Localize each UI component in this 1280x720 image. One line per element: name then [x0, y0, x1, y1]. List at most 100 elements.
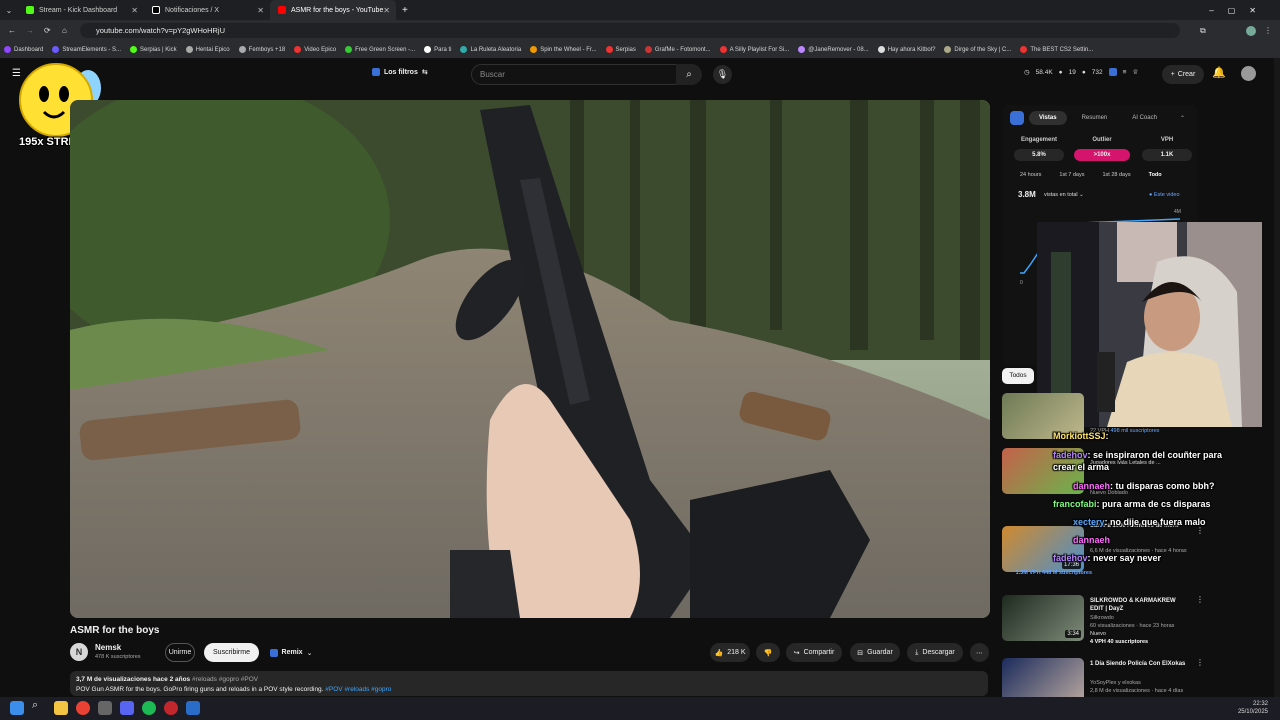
bookmark-item[interactable]: Femboys +18: [238, 46, 286, 53]
more-icon[interactable]: ⋮: [1196, 658, 1204, 667]
tab-x-notifications[interactable]: Notificaciones / X ✕: [144, 0, 270, 20]
metric-engagement: Engagement 5.8%: [1014, 137, 1064, 161]
remix-button[interactable]: Remix ⌄: [266, 643, 316, 662]
channel-name[interactable]: Nemsk: [95, 643, 121, 652]
description-tags[interactable]: #POV #reloads #gopro: [325, 686, 391, 693]
taskbar: ⌕: [0, 697, 1280, 720]
tab-youtube[interactable]: ASMR for the boys - YouTube ✕: [270, 0, 396, 20]
create-button[interactable]: + Crear: [1162, 65, 1204, 84]
bookmark-item[interactable]: Serpias | Kick: [130, 46, 177, 53]
bookmark-item[interactable]: GrafMe - Fotomont...: [644, 46, 711, 53]
join-button[interactable]: Unirme: [165, 643, 195, 662]
more-icon[interactable]: ⋮: [1196, 595, 1204, 604]
forward-icon[interactable]: →: [26, 26, 34, 35]
range-all[interactable]: Todo: [1149, 172, 1162, 178]
list-item[interactable]: 3:34 SILKROWDO & KARMAKREW EDIT | DayZ S…: [1002, 595, 1204, 645]
system-clock[interactable]: 22:32 25/10/2025: [1238, 700, 1268, 716]
video-player[interactable]: [70, 100, 990, 618]
range-28d[interactable]: 1st 28 days: [1102, 172, 1130, 178]
voice-search-button[interactable]: 🎙: [713, 65, 732, 84]
bookmark-item[interactable]: Spin the Wheel - Fr...: [530, 46, 597, 53]
bookmark-item[interactable]: Dirge of the Sky | C...: [944, 46, 1011, 53]
video-channel: Silkrowdo: [1090, 615, 1114, 621]
views-label: vistas en total: [1044, 192, 1078, 198]
tab-resumen[interactable]: Resumen: [1072, 111, 1118, 125]
bookmark-label: Femboys +18: [248, 46, 286, 53]
chip-todos[interactable]: Todos: [1002, 368, 1034, 384]
bookmark-item[interactable]: A Silly Playlist For Si...: [719, 46, 789, 53]
steam-icon[interactable]: [186, 701, 200, 715]
bookmark-icon: [1020, 46, 1028, 53]
reload-icon[interactable]: ⟳: [44, 26, 51, 35]
legend-this-video: ● Este video: [1149, 192, 1180, 198]
tab-ai-coach[interactable]: AI Coach: [1122, 111, 1167, 125]
close-tab-icon[interactable]: ✕: [257, 6, 264, 15]
like-button[interactable]: 👍 218 K: [710, 643, 750, 662]
app-icon[interactable]: [98, 701, 112, 715]
collapse-icon[interactable]: ⌃: [1180, 115, 1185, 122]
list-item[interactable]: 17:36 Salvé a 1000 Animales de Morir 6,6…: [1002, 523, 1204, 576]
bookmark-item[interactable]: Video Epico: [294, 46, 336, 53]
bookmark-icon: [238, 46, 246, 53]
metric-outlier: Outlier >100x: [1074, 137, 1130, 161]
range-7d[interactable]: 1st 7 days: [1059, 172, 1084, 178]
obs-icon[interactable]: [164, 701, 178, 715]
close-tab-icon[interactable]: ✕: [383, 6, 390, 15]
channel-row: N Nemsk 478 K suscriptores Unirme Suscri…: [70, 642, 989, 664]
bookmark-item[interactable]: @JaneRemover - 08...: [798, 46, 869, 53]
description-box[interactable]: 3,7 M de visualizaciones hace 2 años #re…: [70, 671, 988, 696]
bookmark-item[interactable]: Para ti: [424, 46, 451, 53]
back-icon[interactable]: ←: [8, 26, 16, 35]
window-controls[interactable]: –▢✕: [1209, 6, 1270, 15]
save-button[interactable]: ⊟ Guardar: [850, 643, 900, 662]
download-button[interactable]: ⤓ Descargar: [907, 643, 963, 662]
search-button[interactable]: ⌕: [676, 64, 702, 85]
bookmark-item[interactable]: The BEST CS2 Settin...: [1020, 46, 1093, 53]
avatar[interactable]: [1241, 66, 1256, 81]
tab-kick-dashboard[interactable]: Stream - Kick Dashboard ✕: [18, 0, 144, 20]
home-icon[interactable]: ⌂: [62, 26, 67, 35]
notifications-bell-icon[interactable]: 🔔: [1212, 66, 1226, 79]
bookmark-item[interactable]: Hentai Epico: [185, 46, 230, 53]
profile-icon[interactable]: [1246, 25, 1256, 36]
video-duration: 3:34: [1065, 630, 1081, 638]
channel-avatar[interactable]: N: [70, 643, 88, 661]
more-actions-button[interactable]: ⋯: [970, 643, 989, 662]
tab-vistas[interactable]: Vistas: [1029, 111, 1067, 125]
bookmark-item[interactable]: Hay ahora Kitbol?: [877, 46, 935, 53]
video-thumbnail[interactable]: 17:36: [1002, 526, 1084, 572]
list-icon[interactable]: ≡: [1123, 69, 1127, 76]
remix-icon: [269, 648, 278, 657]
page-scrollbar[interactable]: [1274, 58, 1280, 697]
bookmark-item[interactable]: Dashboard: [4, 46, 43, 53]
windows-start-icon[interactable]: [10, 701, 24, 715]
bookmark-item[interactable]: La Ruleta Aleatoria: [460, 46, 521, 53]
views-dropdown[interactable]: vistas en total ⌄: [1044, 192, 1084, 198]
search-icon[interactable]: ⌕: [32, 699, 46, 713]
subscribe-button[interactable]: Suscribirme: [204, 643, 259, 662]
range-24h[interactable]: 24 hours: [1020, 172, 1041, 178]
search-input[interactable]: Buscar: [471, 64, 701, 85]
bookmark-item[interactable]: Free Green Screen -...: [345, 46, 415, 53]
url-field[interactable]: youtube.com/watch?v=pY2gWHoHRjU: [80, 23, 1180, 38]
share-button[interactable]: ↪ Compartir: [786, 643, 842, 662]
spotify-icon[interactable]: [142, 701, 156, 715]
more-icon[interactable]: ⋮: [1196, 526, 1204, 535]
video-thumbnail[interactable]: 3:34: [1002, 595, 1084, 641]
filters-button[interactable]: Los filtros ⇆: [372, 68, 428, 76]
bookmark-item[interactable]: StreamElements - S...: [52, 46, 121, 53]
discord-icon[interactable]: [120, 701, 134, 715]
chrome-icon[interactable]: [76, 701, 90, 715]
analytics-icon[interactable]: [1108, 68, 1117, 76]
close-tab-icon[interactable]: ✕: [131, 6, 138, 15]
extensions-icon[interactable]: ⧉: [1200, 26, 1206, 36]
chat-text: : never say never: [1087, 553, 1162, 563]
dislike-button[interactable]: 👎: [756, 643, 780, 662]
menu-icon[interactable]: ⋮: [1264, 26, 1272, 35]
tab-search-icon[interactable]: ⌄: [0, 6, 18, 15]
metric-vph: VPH 1.1K: [1142, 137, 1192, 161]
bookmark-item[interactable]: Serpias: [605, 46, 636, 53]
file-explorer-icon[interactable]: [54, 701, 68, 715]
trophy-icon[interactable]: ♕: [1132, 68, 1138, 76]
new-tab-button[interactable]: +: [402, 5, 408, 16]
